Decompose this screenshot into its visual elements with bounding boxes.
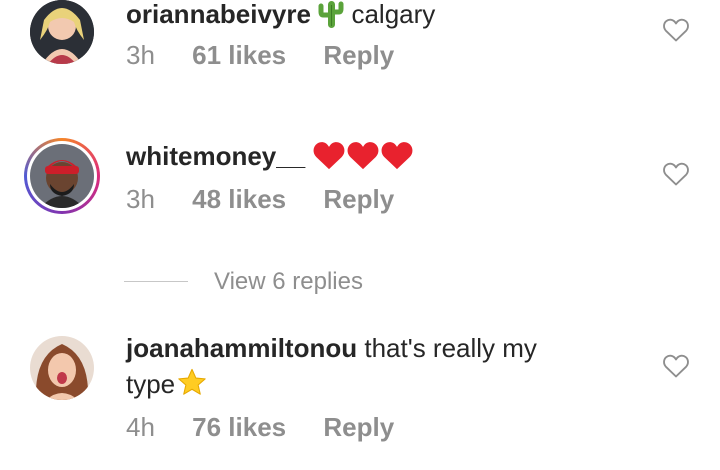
replies-divider	[124, 281, 188, 282]
comment-meta: 3h 61 likes Reply	[126, 40, 424, 71]
comment-time: 4h	[126, 412, 155, 442]
comment-username[interactable]: joanahammiltonou	[126, 333, 357, 363]
like-heart-icon[interactable]	[662, 161, 690, 187]
comment-line: oriannabeivyre calgary	[126, 0, 435, 38]
avatar[interactable]	[30, 0, 94, 64]
like-heart-icon[interactable]	[662, 353, 690, 379]
comment-username[interactable]: whitemoney__	[126, 141, 305, 171]
comment-text: that's really my	[364, 333, 537, 363]
cactus-icon	[318, 0, 344, 38]
view-replies-label[interactable]: View 6 replies	[214, 268, 363, 296]
reply-button[interactable]: Reply	[323, 40, 394, 70]
reply-button[interactable]: Reply	[323, 412, 394, 442]
red-heart-icon	[380, 139, 414, 180]
comment-likes[interactable]: 61 likes	[192, 40, 286, 70]
red-heart-icon	[346, 139, 380, 180]
comment-meta: 3h 48 likes Reply	[126, 184, 424, 215]
view-replies-toggle[interactable]: View 6 replies	[124, 268, 524, 298]
comment-time: 3h	[126, 184, 155, 214]
comment-line: whitemoney__	[126, 138, 414, 180]
like-heart-icon[interactable]	[662, 17, 690, 43]
comment-time: 3h	[126, 40, 155, 70]
reply-button[interactable]: Reply	[323, 184, 394, 214]
comment-likes[interactable]: 76 likes	[192, 412, 286, 442]
comment-line: joanahammiltonou that's really my	[126, 330, 537, 366]
avatar[interactable]	[30, 144, 94, 208]
comment-meta: 4h 76 likes Reply	[126, 412, 424, 443]
comment-username[interactable]: oriannabeivyre	[126, 0, 311, 29]
comment-line: type	[126, 366, 209, 408]
avatar[interactable]	[30, 336, 94, 400]
red-heart-icon	[312, 139, 346, 180]
comment-text-continued: type	[126, 369, 176, 399]
star-icon	[175, 367, 209, 408]
comment-likes[interactable]: 48 likes	[192, 184, 286, 214]
comment-text: calgary	[351, 0, 436, 29]
